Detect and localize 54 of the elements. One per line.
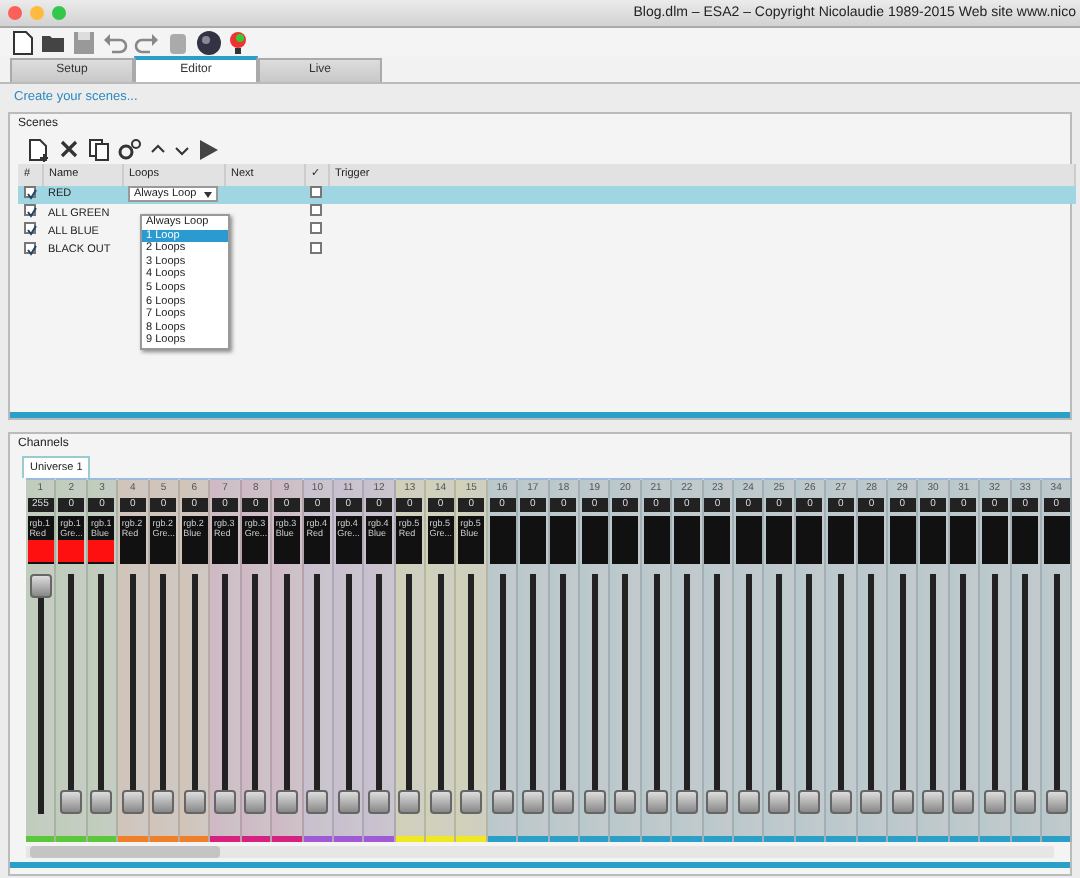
fader-handle[interactable] xyxy=(552,790,575,814)
new-scene-icon[interactable] xyxy=(26,137,50,162)
lightbulb-icon[interactable] xyxy=(228,29,248,55)
checkbox[interactable] xyxy=(24,204,36,216)
fader-handle[interactable] xyxy=(491,790,514,814)
fader-handle[interactable] xyxy=(337,790,360,814)
checkbox[interactable] xyxy=(24,222,36,235)
new-file-icon[interactable] xyxy=(10,29,34,55)
fader-handle[interactable] xyxy=(1014,790,1037,814)
copy-icon[interactable] xyxy=(88,137,110,162)
play-icon[interactable] xyxy=(198,137,220,162)
fader-handle[interactable] xyxy=(645,790,667,814)
fader-handle[interactable] xyxy=(829,790,852,814)
fader-handle[interactable] xyxy=(429,790,452,814)
redo-icon[interactable] xyxy=(134,29,160,55)
fader-handle[interactable] xyxy=(922,790,945,814)
fader-handle[interactable] xyxy=(214,790,237,814)
fader-handle[interactable] xyxy=(891,790,914,814)
fader-handle[interactable] xyxy=(90,790,113,814)
fader-handle[interactable] xyxy=(152,790,175,814)
fader-handle[interactable] xyxy=(768,790,791,814)
delete-icon[interactable] xyxy=(58,138,80,161)
down-caret-icon[interactable] xyxy=(174,141,190,158)
fader-handle[interactable] xyxy=(860,790,883,814)
settings-icon[interactable] xyxy=(118,138,142,161)
undo-icon[interactable] xyxy=(102,29,128,55)
fader-handle[interactable] xyxy=(367,790,390,814)
fader-handle[interactable] xyxy=(183,790,206,814)
fader-handle[interactable] xyxy=(60,790,83,814)
fader-handle[interactable] xyxy=(1045,790,1068,814)
fader-handle[interactable] xyxy=(614,790,637,814)
checkbox[interactable] xyxy=(310,204,322,216)
checkbox[interactable] xyxy=(310,222,322,235)
up-caret-icon[interactable] xyxy=(150,141,166,158)
fader-handle[interactable] xyxy=(29,574,52,598)
fader-handle[interactable] xyxy=(675,790,698,814)
fader-handle[interactable] xyxy=(121,790,144,814)
fader-handle[interactable] xyxy=(398,790,421,814)
fader-handle[interactable] xyxy=(244,790,267,814)
fader-handle[interactable] xyxy=(798,790,821,814)
fader-handle[interactable] xyxy=(983,790,1006,814)
horizontal-scrollbar[interactable] xyxy=(26,846,1054,858)
caret-icon[interactable] xyxy=(204,191,212,198)
fader-handle[interactable] xyxy=(583,790,606,814)
fader-handle[interactable] xyxy=(952,790,975,814)
checkbox[interactable] xyxy=(310,241,322,253)
fader-handle[interactable] xyxy=(737,790,760,814)
fader-handle[interactable] xyxy=(460,790,483,814)
fader-handle[interactable] xyxy=(306,790,329,814)
fader-handle[interactable] xyxy=(521,790,544,814)
fader-handle[interactable] xyxy=(275,790,298,814)
sphere-icon[interactable] xyxy=(196,29,222,55)
checkbox[interactable] xyxy=(24,241,36,253)
fader-handle[interactable] xyxy=(706,790,729,814)
